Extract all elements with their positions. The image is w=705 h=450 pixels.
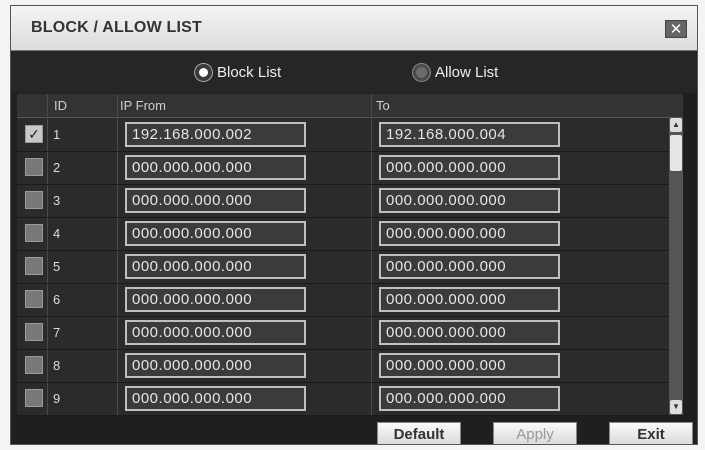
ip-to-input[interactable]: [379, 386, 560, 411]
ip-from-input[interactable]: [125, 122, 306, 147]
allow-list-radio[interactable]: Allow List: [413, 62, 498, 82]
table-row: 2: [17, 151, 683, 185]
dialog-footer: Default Apply Exit: [11, 417, 697, 444]
apply-button[interactable]: Apply: [493, 422, 577, 444]
table-row: 7: [17, 316, 683, 350]
ip-from-input[interactable]: [125, 353, 306, 378]
column-header-id: ID: [54, 98, 67, 113]
row-enable-checkbox[interactable]: [25, 323, 43, 341]
ip-to-input[interactable]: [379, 287, 560, 312]
ip-to-input[interactable]: [379, 353, 560, 378]
ip-from-input[interactable]: [125, 320, 306, 345]
row-id: 2: [53, 160, 61, 175]
row-enable-checkbox[interactable]: [25, 224, 43, 242]
ip-to-input[interactable]: [379, 188, 560, 213]
row-id: 8: [53, 358, 61, 373]
ip-from-input[interactable]: [125, 155, 306, 180]
row-enable-checkbox[interactable]: [25, 191, 43, 209]
table-row: ✓ 1: [17, 118, 683, 152]
row-enable-checkbox[interactable]: [25, 290, 43, 308]
row-id: 6: [53, 292, 61, 307]
row-id: 5: [53, 259, 61, 274]
ip-to-input[interactable]: [379, 122, 560, 147]
table-row: 4: [17, 217, 683, 251]
scroll-up-arrow-icon[interactable]: ▲: [670, 118, 682, 132]
radio-unselected-icon: [413, 63, 430, 81]
table-row: 3: [17, 184, 683, 218]
row-id: 4: [53, 226, 61, 241]
column-header-ip-from: IP From: [120, 98, 166, 113]
ip-range-table: ID IP From To ✓123456789 ▲ ▼: [17, 94, 683, 416]
row-enable-checkbox[interactable]: [25, 158, 43, 176]
block-list-label: Block List: [217, 63, 282, 81]
default-button[interactable]: Default: [377, 422, 461, 444]
list-mode-selector: Block List Allow List: [11, 51, 697, 93]
scroll-thumb[interactable]: [670, 135, 682, 171]
allow-list-label: Allow List: [435, 63, 499, 81]
close-button[interactable]: ✕: [665, 20, 687, 38]
row-enable-checkbox[interactable]: [25, 356, 43, 374]
checkmark-icon: ✓: [28, 126, 40, 142]
ip-from-input[interactable]: [125, 188, 306, 213]
row-id: 7: [53, 325, 61, 340]
vertical-scrollbar[interactable]: ▲ ▼: [669, 117, 683, 415]
radio-selected-icon: [195, 63, 212, 81]
ip-to-input[interactable]: [379, 254, 560, 279]
column-header-to: To: [376, 98, 390, 113]
close-icon: ✕: [669, 21, 683, 38]
ip-from-input[interactable]: [125, 287, 306, 312]
block-allow-list-dialog: BLOCK / ALLOW LIST ✕ Block List Allow Li…: [10, 5, 698, 445]
ip-to-input[interactable]: [379, 221, 560, 246]
ip-from-input[interactable]: [125, 254, 306, 279]
dialog-title: BLOCK / ALLOW LIST: [31, 19, 202, 36]
table-row: 6: [17, 283, 683, 317]
title-bar: BLOCK / ALLOW LIST ✕: [11, 6, 697, 51]
ip-to-input[interactable]: [379, 320, 560, 345]
block-list-radio[interactable]: Block List: [195, 62, 281, 82]
table-row: 5: [17, 250, 683, 284]
ip-from-input[interactable]: [125, 386, 306, 411]
scroll-down-arrow-icon[interactable]: ▼: [670, 400, 682, 414]
ip-to-input[interactable]: [379, 155, 560, 180]
row-enable-checkbox[interactable]: [25, 257, 43, 275]
row-id: 9: [53, 391, 61, 406]
table-row: 8: [17, 349, 683, 383]
ip-from-input[interactable]: [125, 221, 306, 246]
exit-button[interactable]: Exit: [609, 422, 693, 444]
row-enable-checkbox[interactable]: ✓: [25, 125, 43, 143]
table-row: 9: [17, 382, 683, 416]
row-id: 1: [53, 127, 61, 142]
row-enable-checkbox[interactable]: [25, 389, 43, 407]
row-id: 3: [53, 193, 61, 208]
